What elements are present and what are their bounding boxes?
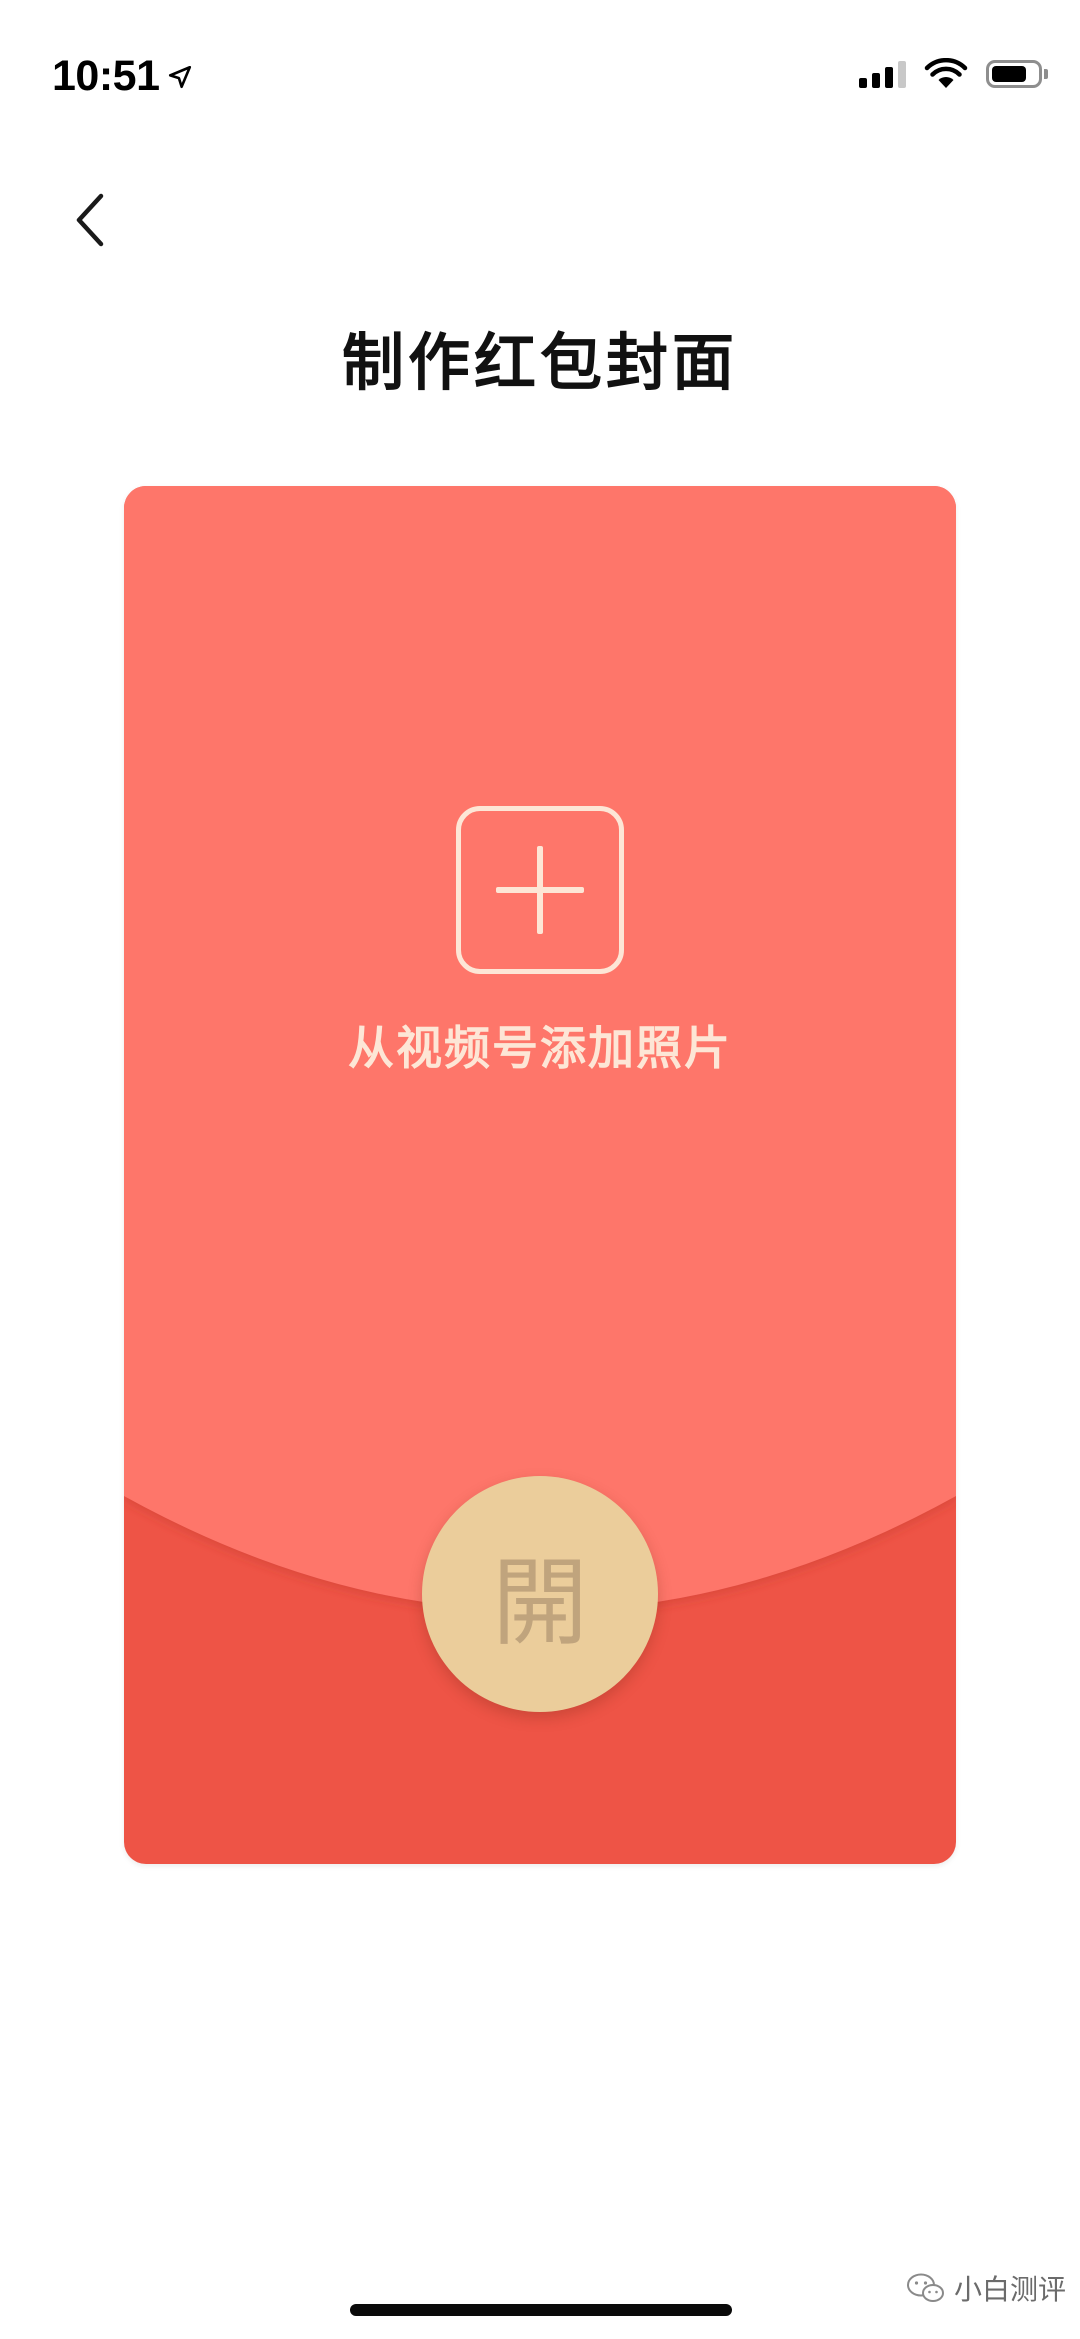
- red-envelope-cover: 从视频号添加照片 開: [124, 486, 956, 1864]
- battery-icon: [986, 58, 1050, 90]
- wechat-icon: [906, 2273, 944, 2302]
- open-label: 開: [492, 1546, 588, 1659]
- status-bar: 10:51: [0, 0, 1080, 140]
- add-photo-button[interactable]: 从视频号添加照片: [124, 806, 956, 1078]
- watermark: 小白测评: [906, 2268, 1066, 2308]
- plus-icon: [456, 806, 624, 974]
- add-photo-label: 从视频号添加照片: [348, 1021, 732, 1075]
- wifi-icon: [924, 58, 968, 88]
- status-time: 10:51: [52, 52, 193, 101]
- watermark-text: 小白测评: [953, 2273, 1066, 2306]
- open-button[interactable]: 開: [422, 1476, 658, 1712]
- location-arrow-icon: [169, 65, 192, 88]
- back-button[interactable]: [62, 185, 118, 255]
- page-title: 制作红包封面: [341, 326, 738, 399]
- status-time-text: 10:51: [52, 52, 160, 100]
- chevron-left-icon: [76, 193, 104, 247]
- home-indicator[interactable]: [350, 2304, 732, 2316]
- battery-level: [992, 66, 1027, 82]
- cellular-signal-icon: [859, 60, 906, 88]
- status-indicators: [859, 58, 1050, 90]
